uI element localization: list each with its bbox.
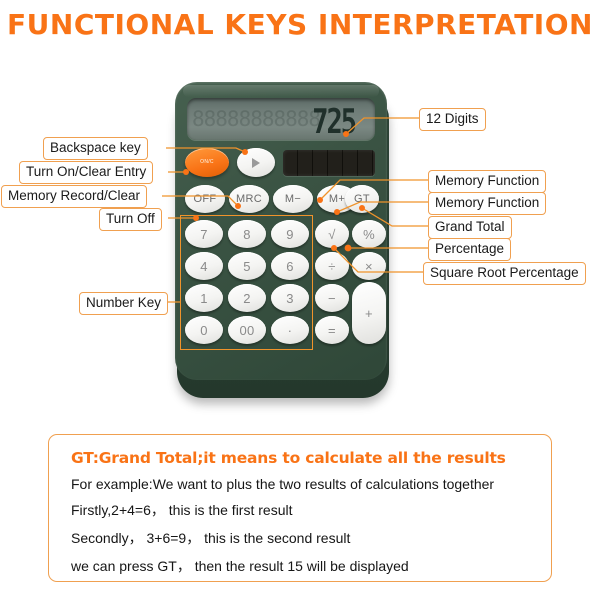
callout-memory-function-1: Memory Function [428,170,547,193]
callout-turn-off: Turn Off [99,208,162,231]
callout-grand-total: Grand Total [428,216,512,239]
callout-number-key: Number Key [79,292,169,315]
callout-turn-on-clear-entry: Turn On/Clear Entry [19,161,154,184]
callout-memory-function-2: Memory Function [428,192,547,215]
callout-backspace-key: Backspace key [43,137,148,160]
gt-panel-heading: GT:Grand Total;it means to calculate all… [71,449,506,467]
callout-percentage: Percentage [428,238,512,261]
gt-explanation-panel: GT:Grand Total;it means to calculate all… [48,434,552,582]
gt-panel-line-1: For example:We want to plus the two resu… [71,476,495,492]
callout-square-root-percentage: Square Root Percentage [423,262,586,285]
callout-memory-record-clear: Memory Record/Clear [1,185,148,208]
callout-12-digits: 12 Digits [419,108,486,131]
gt-panel-line-2: Firstly,2+4=6， this is the first result [71,502,293,518]
gt-panel-line-3: Secondly， 3+6=9， this is the second resu… [71,530,351,546]
gt-panel-line-4: we can press GT， then the result 15 will… [71,558,409,574]
